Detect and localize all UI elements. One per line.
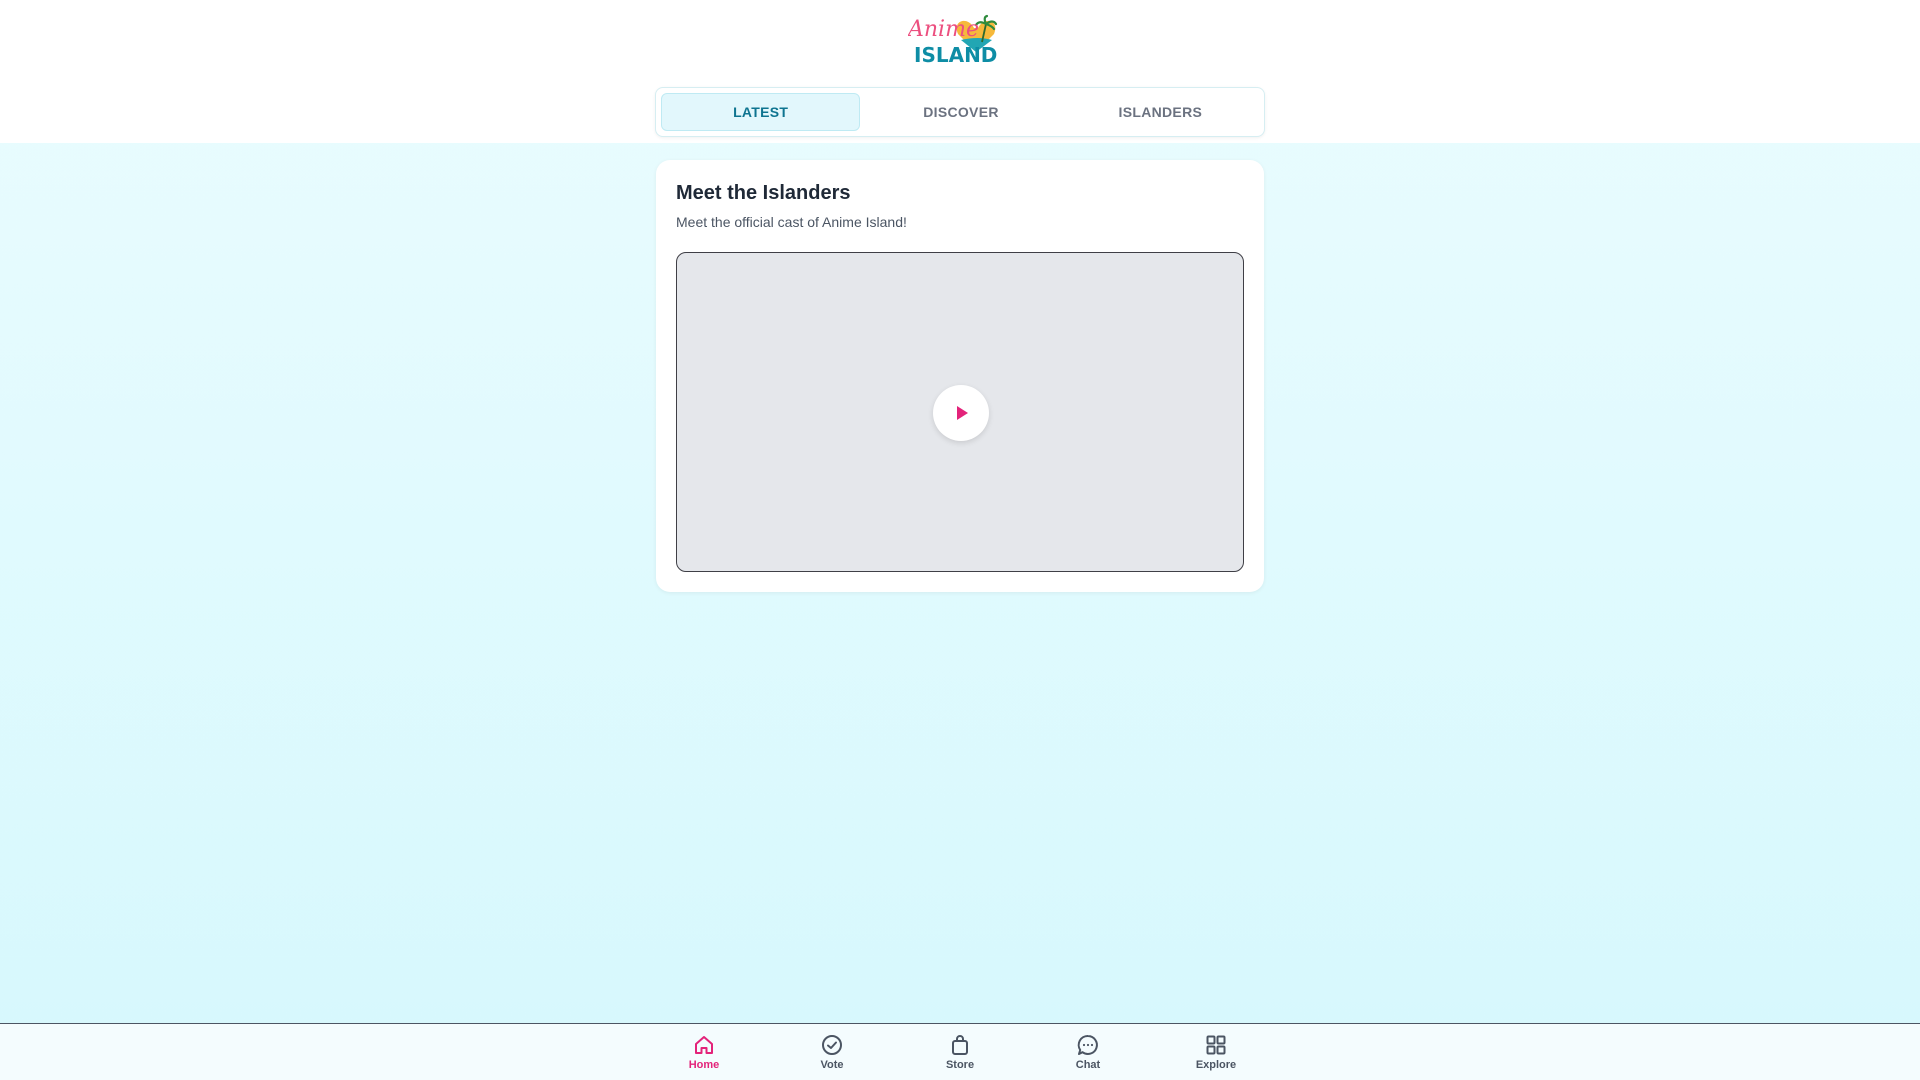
nav-store-label: Store <box>945 1059 975 1071</box>
play-icon <box>957 406 968 420</box>
shopping-bag-icon <box>952 1035 968 1055</box>
islanders-card: Meet the Islanders Meet the official cas… <box>656 160 1264 592</box>
nav-chat-label: Chat <box>1075 1059 1101 1071</box>
card-title: Meet the Islanders <box>676 182 851 204</box>
top-header: Anime ISLAND LATEST DISCOVER ISLANDERS <box>0 0 1920 143</box>
tab-discover[interactable]: DISCOVER <box>862 93 1059 131</box>
tab-islanders[interactable]: ISLANDERS <box>1062 93 1259 131</box>
nav-home-label: Home <box>688 1059 720 1071</box>
grid-icon <box>1206 1035 1226 1055</box>
bottom-navigation: Home Vote Store Chat Explore <box>0 1023 1920 1080</box>
nav-home[interactable]: Home <box>654 1024 754 1080</box>
anime-island-logo[interactable]: Anime ISLAND <box>906 14 1012 67</box>
logo-text-top: Anime <box>908 17 979 42</box>
nav-vote[interactable]: Vote <box>782 1024 882 1080</box>
nav-explore-label: Explore <box>1195 1059 1237 1071</box>
nav-vote-label: Vote <box>820 1059 844 1071</box>
chat-bubble-icon <box>1077 1034 1098 1055</box>
logo-graphic: Anime ISLAND <box>906 14 997 67</box>
nav-explore[interactable]: Explore <box>1166 1024 1266 1080</box>
content-tabs: LATEST DISCOVER ISLANDERS <box>655 87 1265 137</box>
check-circle-icon <box>822 1035 842 1055</box>
play-button[interactable] <box>933 385 989 441</box>
logo-text-bottom: ISLAND <box>914 43 997 66</box>
home-icon <box>695 1036 713 1054</box>
nav-store[interactable]: Store <box>910 1024 1010 1080</box>
video-player[interactable] <box>676 252 1244 572</box>
tab-latest[interactable]: LATEST <box>661 93 861 131</box>
card-subtitle: Meet the official cast of Anime Island! <box>676 214 907 230</box>
nav-chat[interactable]: Chat <box>1038 1024 1138 1080</box>
